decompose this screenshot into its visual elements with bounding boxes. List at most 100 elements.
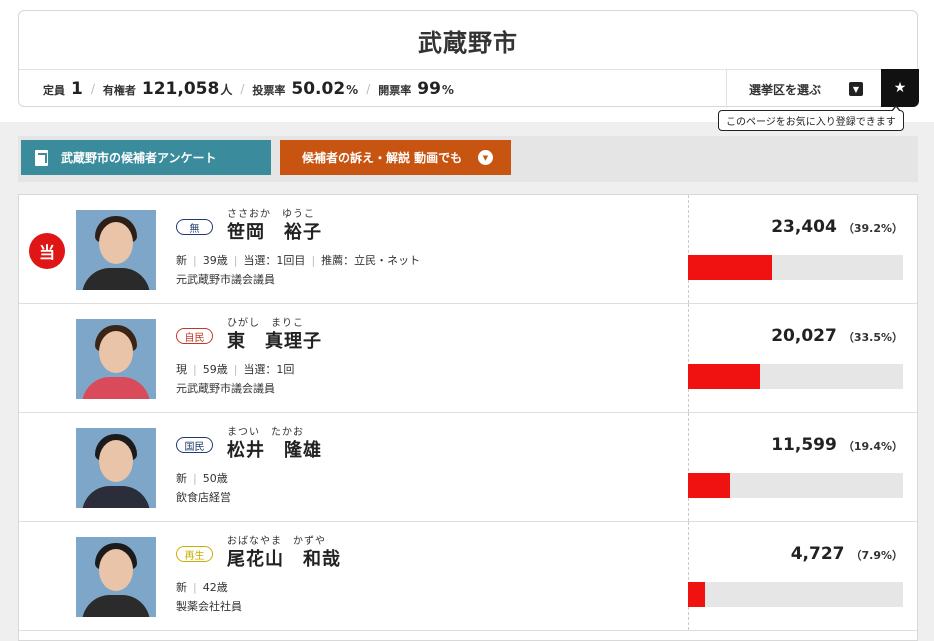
candidate-career: 飲食店経営 — [176, 491, 231, 504]
column-divider — [688, 413, 689, 521]
candidate-meta: 新 | 50歳 — [176, 470, 228, 486]
candidate-name: 笹岡 裕子 — [227, 222, 322, 243]
party-badge: 自民 — [176, 328, 213, 344]
favorite-button[interactable]: ★ — [881, 69, 919, 107]
photo-body — [82, 486, 150, 508]
vote-share-bar — [688, 255, 903, 280]
candidate-career: 元武蔵野市議会議員 — [176, 382, 275, 395]
vote-share-bar — [688, 473, 903, 498]
district-select[interactable]: 選挙区を選ぶ ▼ — [726, 70, 881, 108]
stat-label: 開票率 — [378, 84, 412, 97]
photo-body — [82, 595, 150, 617]
candidate-career: 元武蔵野市議会議員 — [176, 273, 275, 286]
column-divider — [688, 522, 689, 630]
vote-count: 4,727 — [790, 544, 845, 564]
stat-value: 50.02 — [291, 79, 346, 99]
candidate-photo — [76, 537, 156, 617]
caret-down-icon: ▼ — [849, 82, 863, 96]
vote-percent: （7.9%） — [850, 549, 903, 562]
vote-result: 20,027 （33.5%） — [771, 326, 903, 346]
candidate-row: 再生 おばなやま かずや 尾花山 和哉新 | 42歳 製薬会社社員 4,727 （7.9%） — [19, 522, 917, 631]
candidate-age: 39歳 — [202, 254, 228, 267]
stats-row: 定員 1 / 有権者 121,058 人 / 投票率 50.02 % / 開票率… — [19, 69, 919, 108]
candidate-photo — [76, 428, 156, 508]
candidate-photo — [76, 210, 156, 290]
photo-face — [99, 549, 133, 591]
video-button[interactable]: 候補者の訴え・解説 動画でも ▼ — [280, 140, 511, 175]
separator: | — [311, 253, 316, 267]
candidate-survey-button[interactable]: 武蔵野市の候補者アンケート — [21, 140, 271, 175]
separator: / — [90, 82, 95, 96]
stat-label: 投票率 — [252, 84, 286, 97]
separator: / — [240, 82, 245, 96]
stat-unit: % — [441, 83, 454, 97]
column-divider — [688, 195, 689, 303]
header-card: 武蔵野市 定員 1 / 有権者 121,058 人 / 投票率 50.02 % … — [18, 10, 919, 108]
candidate-age: 59歳 — [202, 363, 228, 376]
action-buttons: 武蔵野市の候補者アンケート 候補者の訴え・解説 動画でも ▼ — [18, 136, 918, 182]
candidate-age: 42歳 — [202, 581, 228, 594]
separator: | — [193, 253, 197, 267]
photo-face — [99, 331, 133, 373]
stat-value: 121,058 — [141, 79, 220, 99]
vote-percent: （33.5%） — [842, 331, 903, 344]
win-count: 当選：1回目 — [243, 254, 306, 267]
candidate-name: 松井 隆雄 — [227, 440, 322, 461]
candidate-meta: 新 | 42歳 — [176, 579, 228, 595]
column-divider — [688, 304, 689, 412]
vote-share-bar — [688, 582, 903, 607]
favorite-tooltip: このページをお気に入り登録できます — [718, 105, 904, 131]
candidate-row: 国民 まつい たかお 松井 隆雄新 | 50歳 飲食店経営 11,599 （19.4%） — [19, 413, 917, 522]
separator: | — [193, 362, 197, 376]
stat-value: 99 — [417, 79, 441, 99]
candidate-list: 当無ささおか ゆうこ 笹岡 裕子新 | 39歳 | 当選：1回目 | 推薦：立民・ネット 元武蔵… — [18, 194, 918, 641]
party-badge: 再生 — [176, 546, 213, 562]
stat-label: 定員 — [43, 84, 65, 97]
candidate-meta: 現 | 59歳 | 当選：1回 — [176, 361, 294, 377]
vote-result: 4,727 （7.9%） — [791, 544, 903, 564]
vote-result: 11,599 （19.4%） — [771, 435, 903, 455]
candidate-row: 当無ささおか ゆうこ 笹岡 裕子新 | 39歳 | 当選：1回目 | 推薦：立民・ネット 元武蔵… — [19, 195, 917, 304]
candidate-photo — [76, 319, 156, 399]
candidate-age: 50歳 — [202, 472, 228, 485]
party-badge: 国民 — [176, 437, 213, 453]
photo-face — [99, 440, 133, 482]
vote-count: 23,404 — [771, 217, 837, 237]
incumbency-status: 新 — [176, 472, 187, 485]
stat-unit: % — [346, 83, 359, 97]
election-stats: 定員 1 / 有権者 121,058 人 / 投票率 50.02 % / 開票率… — [43, 70, 454, 108]
incumbency-status: 新 — [176, 581, 187, 594]
separator: | — [233, 362, 238, 376]
win-count: 当選：1回 — [243, 363, 295, 376]
vote-share-fill — [688, 473, 730, 498]
document-icon — [35, 150, 48, 166]
vote-count: 20,027 — [771, 326, 837, 346]
candidate-career: 製薬会社社員 — [176, 600, 242, 613]
vote-share-fill — [688, 582, 705, 607]
survey-button-label: 武蔵野市の候補者アンケート — [61, 151, 217, 165]
photo-body — [82, 377, 150, 399]
candidate-name: 東 真理子 — [227, 331, 322, 352]
candidate-meta: 新 | 39歳 | 当選：1回目 | 推薦：立民・ネット — [176, 252, 420, 268]
vote-percent: （39.2%） — [842, 222, 903, 235]
vote-share-fill — [688, 255, 773, 280]
vote-share-fill — [688, 364, 761, 389]
stat-unit: 人 — [220, 83, 233, 97]
photo-body — [82, 268, 150, 290]
party-badge: 無 — [176, 219, 213, 235]
elected-badge: 当 — [29, 233, 65, 269]
separator: / — [366, 82, 371, 96]
stat-seats: 定員 1 — [43, 79, 83, 99]
star-icon: ★ — [893, 80, 907, 96]
vote-share-bar — [688, 364, 903, 389]
candidate-row: 自民 ひがし まりこ東 真理子現 | 59歳 | 当選：1回 元武蔵野市議会議員 20,027… — [19, 304, 917, 413]
vote-count: 11,599 — [771, 435, 837, 455]
stat-value: 1 — [71, 79, 83, 99]
video-button-label: 候補者の訴え・解説 動画でも — [302, 151, 463, 165]
vote-percent: （19.4%） — [842, 440, 903, 453]
endorsement: 推薦：立民・ネット — [321, 254, 421, 267]
incumbency-status: 現 — [176, 363, 187, 376]
district-select-label: 選挙区を選ぶ — [749, 82, 822, 97]
separator: | — [193, 471, 197, 485]
separator: | — [193, 580, 197, 594]
